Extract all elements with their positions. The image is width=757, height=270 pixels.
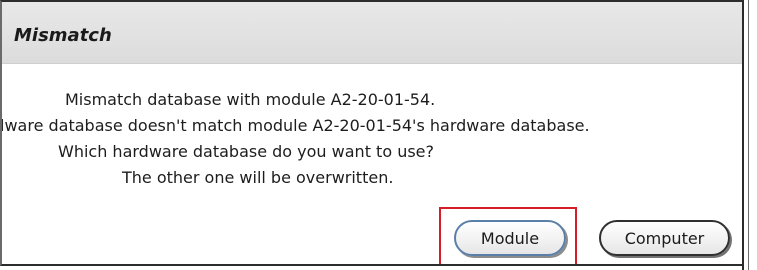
mismatch-dialog: Mismatch Mismatch database with module A… [0,0,742,266]
screenshot-frame: Mismatch Mismatch database with module A… [0,0,757,270]
computer-button[interactable]: Computer [599,220,730,256]
dialog-title: Mismatch [14,25,112,46]
message-line-2: rdware database doesn't match module A2-… [0,116,590,135]
message-line-2-container: rdware database doesn't match module A2-… [0,116,742,136]
computer-button-label: Computer [624,228,705,248]
dialog-titlebar: Mismatch [2,2,742,64]
dialog-body: Mismatch database with module A2-20-01-5… [0,65,742,264]
module-button-label: Module [480,228,540,248]
window-edge-light [748,0,749,270]
message-line-4: The other one will be overwritten. [122,168,394,187]
message-line-1: Mismatch database with module A2-20-01-5… [65,90,436,109]
message-line-3: Which hardware database do you want to u… [58,142,435,161]
window-edge-dark [742,0,744,270]
module-button[interactable]: Module [454,220,566,256]
